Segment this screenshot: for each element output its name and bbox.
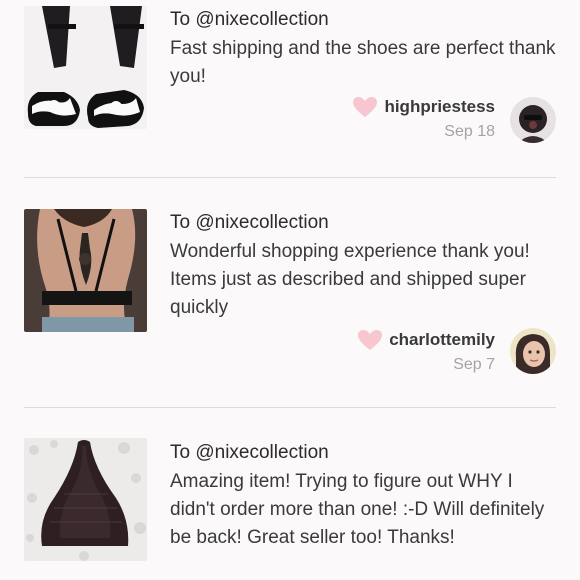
review-author: highpriestess (352, 96, 495, 118)
review-text: Amazing item! Trying to figure out WHY I… (170, 471, 545, 548)
lace-halter-photo-icon[interactable] (24, 438, 147, 561)
review-text: Wonderful shopping experience thank you!… (170, 241, 530, 318)
review-text: Fast shipping and the shoes are perfect … (170, 38, 556, 87)
review-username[interactable]: highpriestess (384, 96, 495, 118)
review-divider (24, 177, 556, 178)
user-avatar-icon[interactable] (510, 97, 556, 143)
review-body: To @nixecollection Wonderful shopping ex… (170, 210, 566, 322)
review-divider (24, 407, 556, 408)
review-feed: To @nixecollection Fast shipping and the… (0, 0, 580, 580)
bralette-back-photo-icon[interactable] (24, 209, 147, 332)
heart-icon[interactable] (357, 329, 383, 351)
review-recipient[interactable]: To @nixecollection (170, 210, 566, 236)
review-date: Sep 18 (444, 123, 495, 140)
review-meta: highpriestess Sep 18 (352, 96, 495, 142)
review-body: To @nixecollection Fast shipping and the… (170, 7, 566, 91)
review-recipient[interactable]: To @nixecollection (170, 7, 566, 33)
review-date: Sep 7 (453, 356, 495, 373)
user-avatar-icon[interactable] (510, 328, 556, 374)
review-username[interactable]: charlottemily (389, 329, 495, 351)
review-body: To @nixecollection Amazing item! Trying … (170, 440, 566, 552)
shoes-photo-icon[interactable] (24, 6, 147, 129)
review-meta: charlottemily Sep 7 (357, 329, 495, 375)
review-author: charlottemily (357, 329, 495, 351)
review-recipient[interactable]: To @nixecollection (170, 440, 566, 466)
heart-icon[interactable] (352, 96, 378, 118)
